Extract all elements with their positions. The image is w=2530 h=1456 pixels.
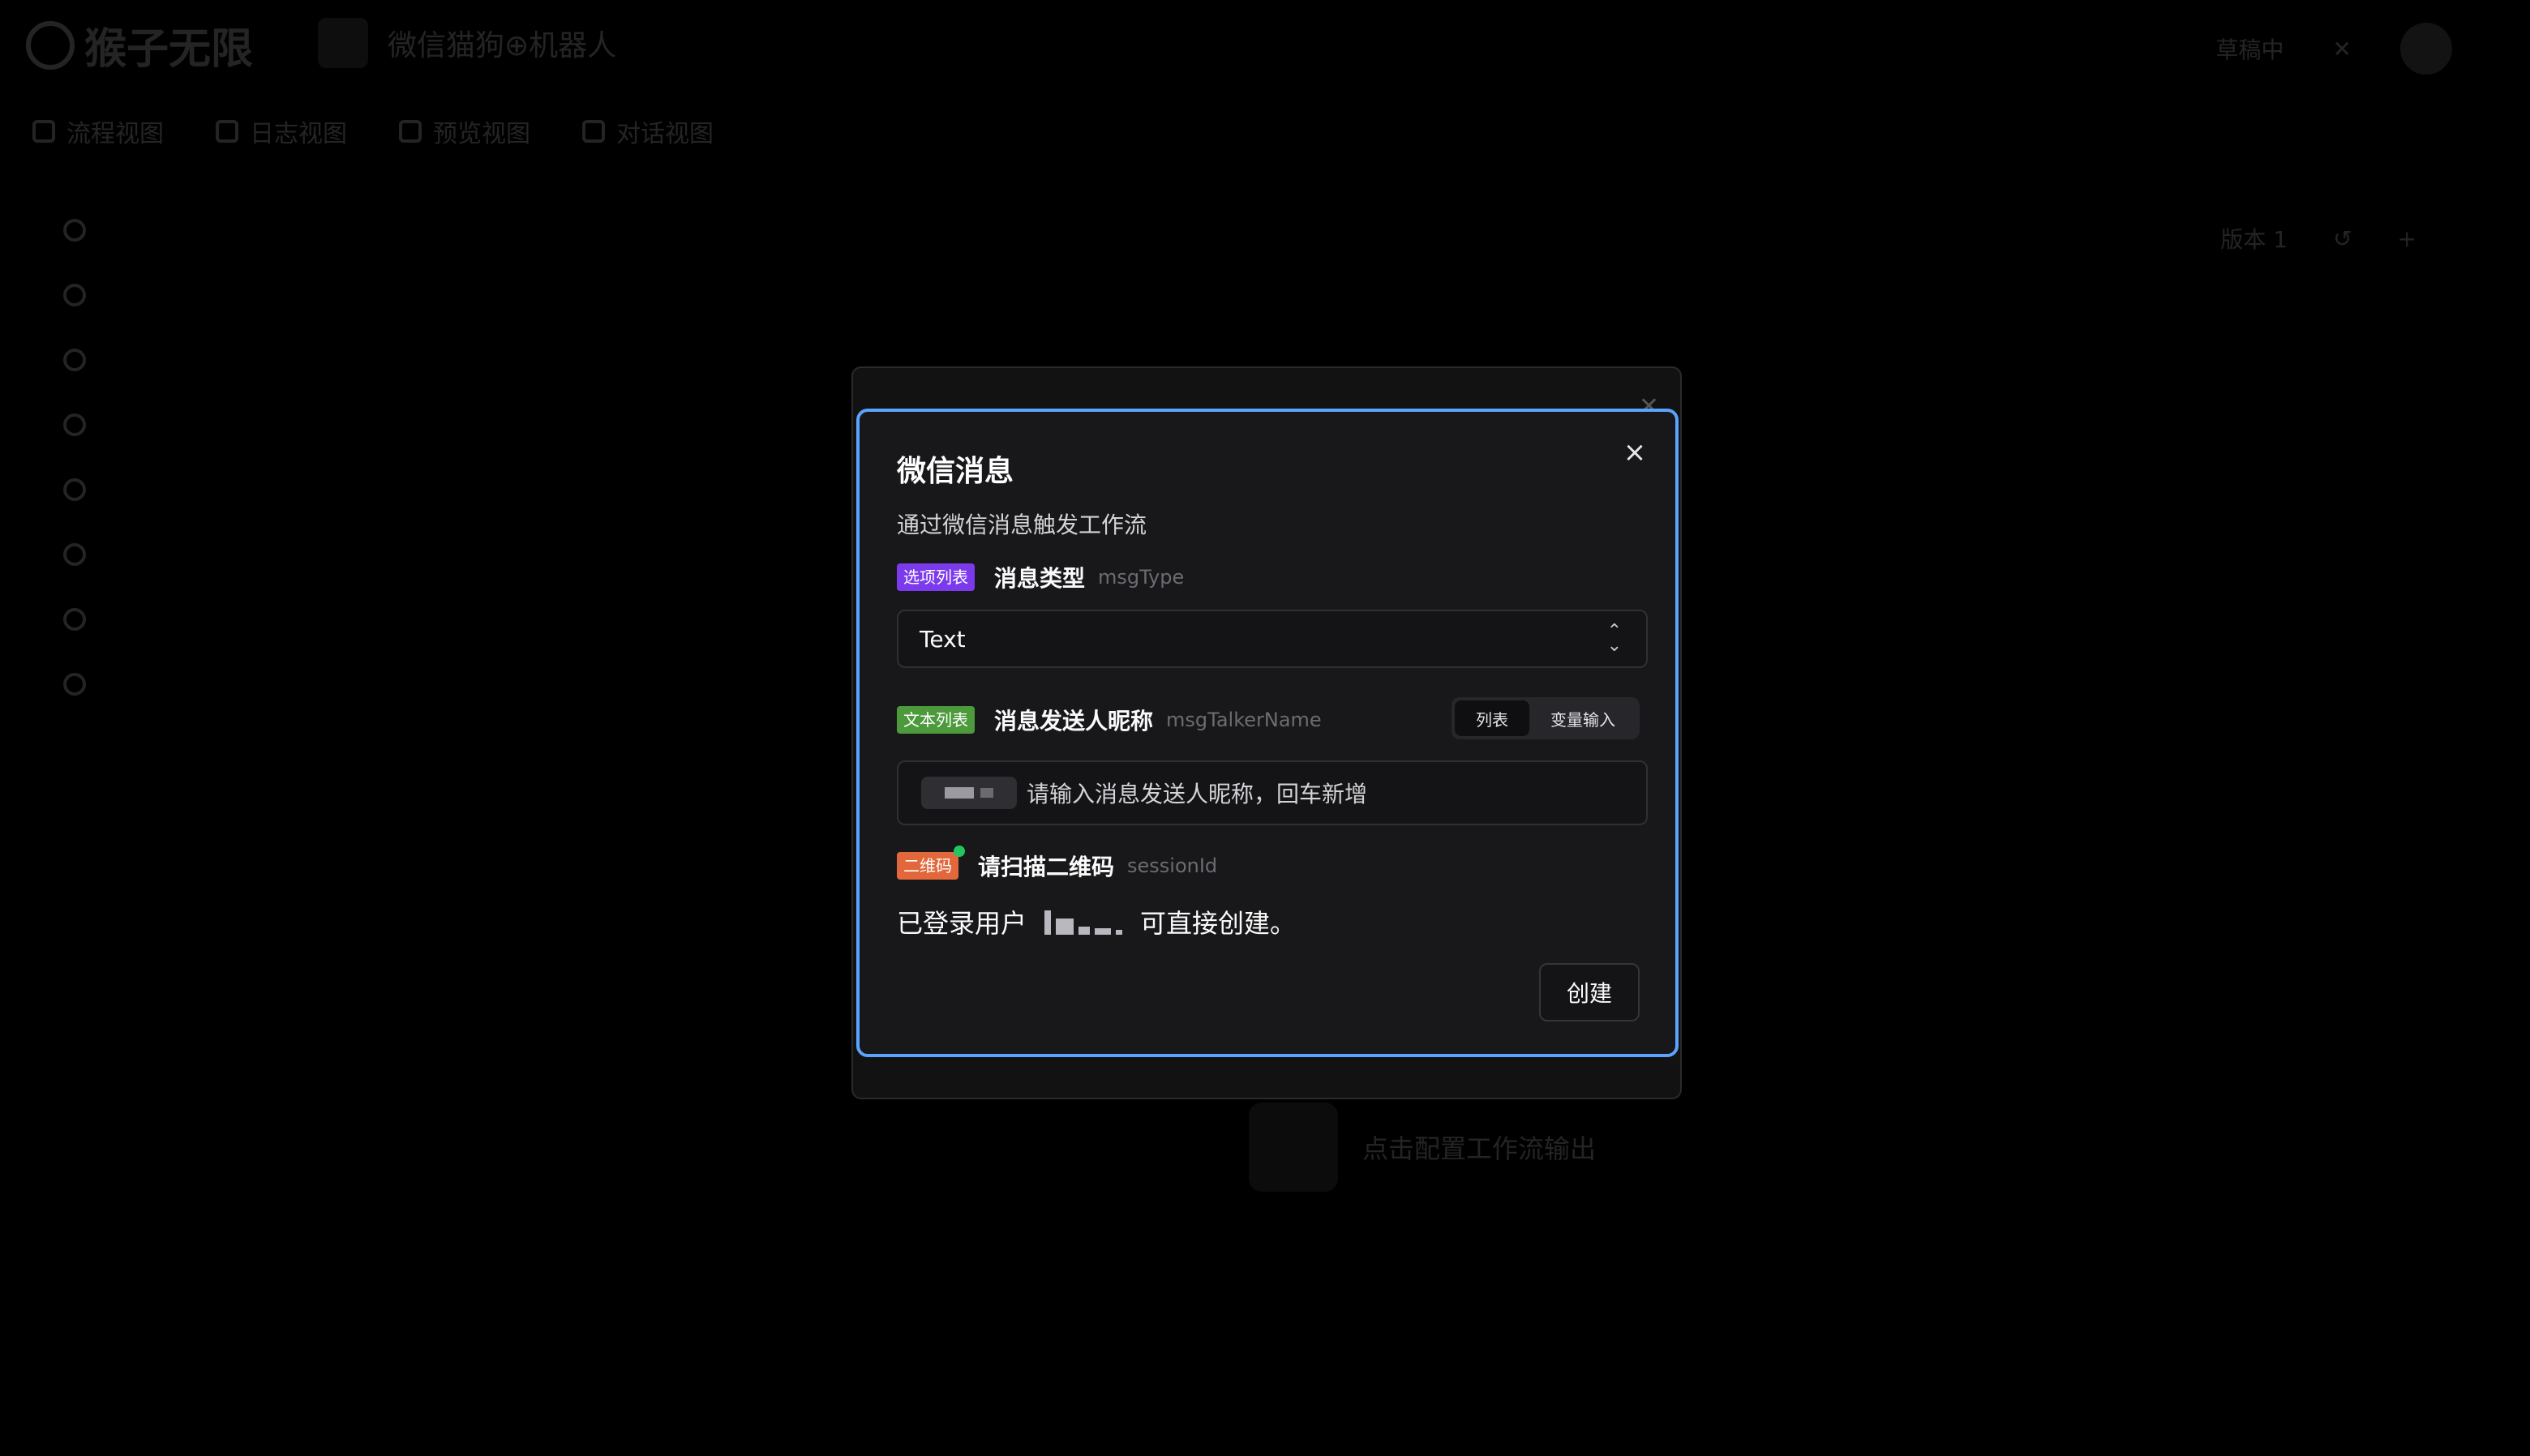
tab-flow-view[interactable]: 流程视图 [32, 113, 164, 149]
history-icon[interactable]: ↺ [2333, 225, 2352, 252]
empty-canvas-hint: 点击配置工作流输出 [1249, 1103, 1596, 1192]
project-header: 微信猫狗⊕机器人 [318, 18, 616, 68]
brand-logo[interactable]: 猴子无限 [26, 15, 253, 75]
close-button[interactable]: × [1619, 436, 1651, 469]
msg-type-label-row: 选项列表 消息类型 msgType [897, 561, 1184, 593]
top-right-actions: 草稿中 ✕ [2216, 23, 2452, 75]
version-controls: 版本 1 ↺ + [2220, 222, 2416, 255]
field-key: msgTalkerName [1166, 709, 1322, 731]
tab-chat-view[interactable]: 对话视图 [582, 113, 714, 149]
empty-hint-text[interactable]: 点击配置工作流输出 [1362, 1128, 1596, 1166]
toggle-option-list[interactable]: 列表 [1455, 700, 1529, 736]
login-status: 已登录用户 可直接创建。 [897, 903, 1296, 940]
redacted-username [1044, 909, 1123, 935]
talker-name-label-row: 文本列表 消息发送人昵称 msgTalkerName [897, 704, 1322, 736]
field-type-badge: 选项列表 [897, 563, 975, 591]
tab-log-view[interactable]: 日志视图 [216, 113, 347, 149]
redacted-text [980, 788, 993, 798]
view-tabs: 流程视图 日志视图 预览视图 对话视图 [32, 113, 714, 149]
field-key: msgType [1098, 566, 1185, 589]
chat-icon [582, 120, 605, 143]
tab-label: 对话视图 [616, 120, 714, 148]
field-label: 消息发送人昵称 [994, 708, 1154, 734]
top-bar: 猴子无限 微信猫狗⊕机器人 草稿中 ✕ [0, 0, 2530, 88]
toolbar-icon[interactable] [63, 349, 86, 371]
create-button[interactable]: 创建 [1539, 963, 1640, 1021]
wechat-trigger-modal: × 微信消息 通过微信消息触发工作流 选项列表 消息类型 msgType Tex… [856, 409, 1679, 1057]
tag-input-placeholder: 请输入消息发送人昵称，回车新增 [1027, 781, 1368, 807]
session-label-row: 二维码 请扫描二维码 sessionId [897, 846, 1218, 882]
close-icon: × [1623, 436, 1647, 469]
project-title[interactable]: 微信猫狗⊕机器人 [388, 22, 616, 64]
qr-placeholder-icon [1249, 1103, 1338, 1192]
toolbar-icon[interactable] [63, 219, 86, 242]
select-value: Text [920, 626, 966, 653]
tab-label: 流程视图 [66, 120, 164, 148]
left-toolbar [63, 219, 86, 696]
brand-name: 猴子无限 [84, 25, 254, 74]
online-status-dot [954, 846, 965, 857]
field-label: 消息类型 [994, 565, 1086, 592]
preview-icon [399, 120, 422, 143]
toolbar-icon[interactable] [63, 543, 86, 566]
field-type-badge: 文本列表 [897, 706, 975, 734]
status-badge: 草稿中 [2215, 36, 2284, 63]
login-prefix: 已登录用户 [897, 908, 1027, 939]
field-key: sessionId [1127, 854, 1218, 877]
chevron-up-down-icon: ⌃ ⌄ [1606, 621, 1622, 656]
modal-title: 微信消息 [897, 455, 1014, 488]
toolbar-icon[interactable] [63, 673, 86, 696]
add-icon[interactable]: + [2398, 225, 2416, 252]
field-label: 请扫描二维码 [978, 854, 1115, 880]
toolbar-icon[interactable] [63, 478, 86, 501]
redacted-text [945, 787, 974, 799]
tab-label: 日志视图 [250, 120, 347, 148]
msg-type-select[interactable]: Text ⌃ ⌄ [897, 610, 1648, 668]
toolbar-icon[interactable] [63, 284, 86, 306]
monkey-logo-icon [26, 20, 75, 70]
toolbar-icon[interactable] [63, 608, 86, 631]
talker-name-tag-input[interactable]: 请输入消息发送人昵称，回车新增 [897, 760, 1648, 825]
name-tag-chip[interactable] [921, 777, 1017, 809]
settings-icon[interactable]: ✕ [2333, 36, 2352, 62]
avatar[interactable] [2400, 23, 2452, 75]
tab-preview-view[interactable]: 预览视图 [399, 113, 530, 149]
field-type-badge: 二维码 [897, 846, 965, 880]
flow-icon [32, 120, 55, 143]
tab-label: 预览视图 [433, 120, 530, 148]
toggle-option-variable[interactable]: 变量输入 [1529, 700, 1636, 736]
modal-description: 通过微信消息触发工作流 [897, 512, 1147, 538]
input-mode-toggle: 列表 变量输入 [1452, 697, 1640, 739]
app-root: 猴子无限 微信猫狗⊕机器人 草稿中 ✕ 流程视图 日志视图 预览视图 对话视图 … [0, 0, 2530, 1456]
project-icon [318, 18, 368, 68]
toolbar-icon[interactable] [63, 413, 86, 436]
version-label[interactable]: 版本 1 [2220, 222, 2288, 255]
badge-text: 二维码 [903, 856, 952, 876]
login-suffix: 可直接创建。 [1140, 908, 1297, 939]
log-icon [216, 120, 238, 143]
